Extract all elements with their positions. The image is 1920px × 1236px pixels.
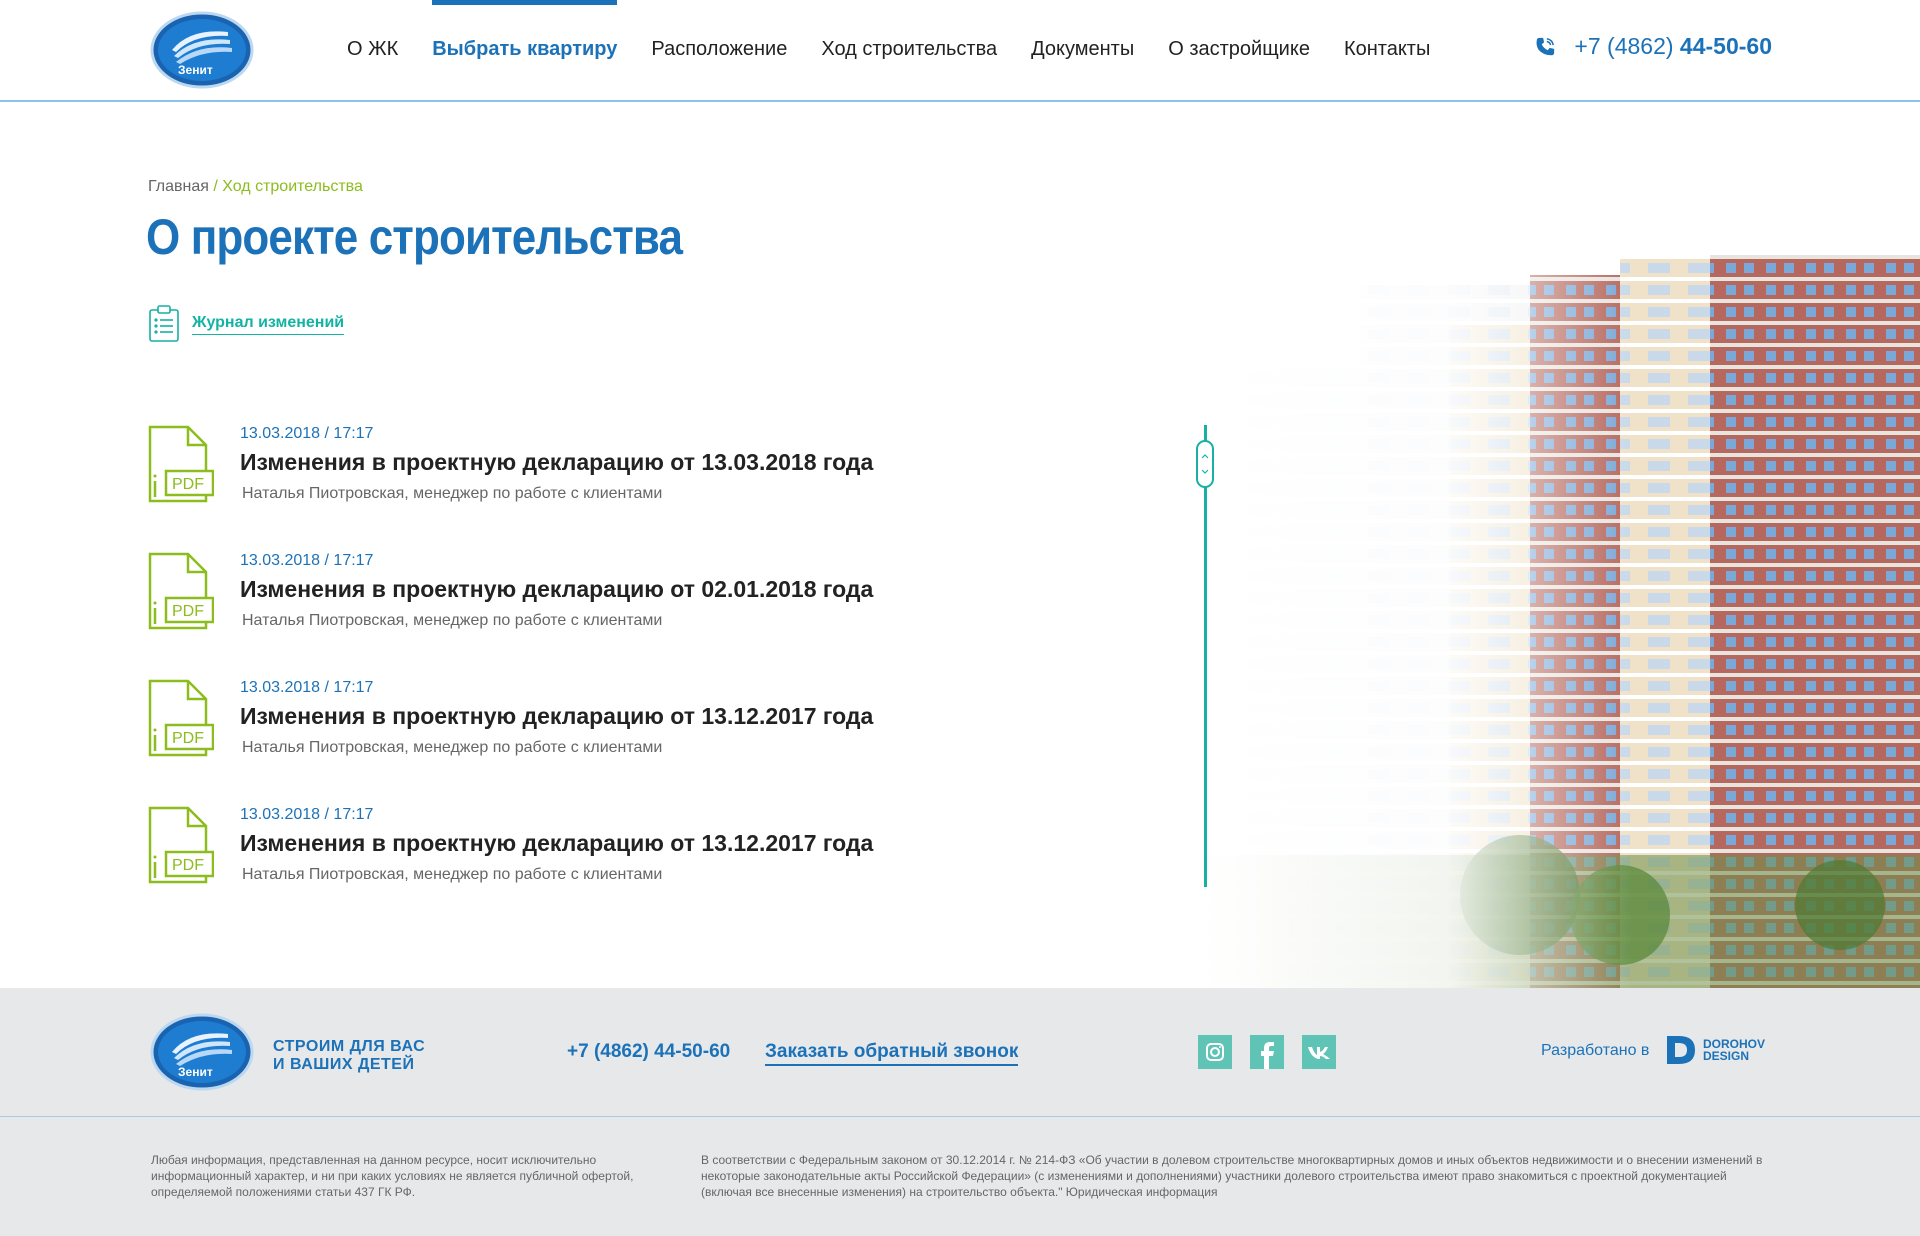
building-illustration <box>1200 255 1920 990</box>
pdf-file-icon: PDF <box>148 806 214 884</box>
nav-item-developer[interactable]: О застройщике <box>1151 0 1327 100</box>
legal-law-notice: В соответствии с Федеральным законом от … <box>701 1153 1763 1199</box>
pdf-file-icon: PDF <box>148 679 214 757</box>
svg-text:PDF: PDF <box>172 730 204 747</box>
phone-prefix: +7 (4862) <box>1574 33 1674 59</box>
nav-item-construction-progress[interactable]: Ход строительства <box>804 0 1014 100</box>
breadcrumb-current: Ход строительства <box>222 178 363 195</box>
legal-disclaimer: Любая информация, представленная на данн… <box>151 1153 634 1199</box>
document-date: 13.03.2018 / 17:17 <box>240 806 374 823</box>
footer-phone[interactable]: +7 (4862) 44-50-60 <box>567 1041 730 1063</box>
pdf-file-icon: PDF <box>148 552 214 630</box>
document-date: 13.03.2018 / 17:17 <box>240 552 374 569</box>
footer-top: Зенит СТРОИМ ДЛЯ ВАС И ВАШИХ ДЕТЕЙ +7 (4… <box>0 988 1920 1117</box>
scroll-arrows-icon <box>1201 454 1209 474</box>
svg-text:Зенит: Зенит <box>178 1065 213 1079</box>
document-title[interactable]: Изменения в проектную декларацию от 02.0… <box>240 576 873 603</box>
journal-changes[interactable]: Журнал изменений <box>148 305 345 343</box>
facebook-icon <box>1261 1042 1274 1069</box>
vk-icon <box>1308 1047 1330 1059</box>
header-phone[interactable]: +7 (4862) 44-50-60 <box>1534 33 1772 60</box>
nav-item-choose-apartment[interactable]: Выбрать квартиру <box>415 0 634 100</box>
svg-text:Зенит: Зенит <box>178 63 213 77</box>
site-header: Зенит О ЖК Выбрать квартиру Расположение… <box>0 0 1920 102</box>
breadcrumb: Главная / Ход строительства <box>148 178 363 196</box>
nav-item-about[interactable]: О ЖК <box>330 0 415 100</box>
svg-text:PDF: PDF <box>172 476 204 493</box>
document-title[interactable]: Изменения в проектную декларацию от 13.1… <box>240 830 873 857</box>
footer-slogan: СТРОИМ ДЛЯ ВАС И ВАШИХ ДЕТЕЙ <box>273 1038 425 1074</box>
document-item[interactable]: PDF 13.03.2018 / 17:17 Изменения в проек… <box>148 806 948 896</box>
document-author: Наталья Пиотровская, менеджер по работе … <box>242 485 663 502</box>
phone-number: 44-50-60 <box>1679 33 1772 59</box>
facebook-button[interactable] <box>1250 1035 1284 1069</box>
zenit-logo[interactable]: Зенит <box>150 10 254 90</box>
document-title[interactable]: Изменения в проектную декларацию от 13.0… <box>240 449 873 476</box>
developer-logo[interactable]: DOROHOV DESIGN <box>1665 1034 1765 1066</box>
slogan-line-1: СТРОИМ ДЛЯ ВАС <box>273 1038 426 1055</box>
document-date: 13.03.2018 / 17:17 <box>240 425 374 442</box>
scrollbar-thumb[interactable] <box>1196 440 1214 488</box>
journal-link[interactable]: Журнал изменений <box>192 314 345 335</box>
nav-item-documents[interactable]: Документы <box>1014 0 1151 100</box>
document-date: 13.03.2018 / 17:17 <box>240 679 374 696</box>
svg-text:PDF: PDF <box>172 857 204 874</box>
slogan-line-2: И ВАШИХ ДЕТЕЙ <box>273 1056 415 1073</box>
breadcrumb-home[interactable]: Главная <box>148 178 209 195</box>
document-author: Наталья Пиотровская, менеджер по работе … <box>242 612 663 629</box>
page-title: О проекте строительства <box>146 209 683 265</box>
breadcrumb-separator: / <box>208 178 223 195</box>
nav-item-location[interactable]: Расположение <box>634 0 804 100</box>
footer-zenit-logo[interactable]: Зенит <box>150 1012 254 1092</box>
callback-button[interactable]: Заказать обратный звонок <box>765 1041 1019 1066</box>
document-item[interactable]: PDF 13.03.2018 / 17:17 Изменения в проек… <box>148 425 948 515</box>
clipboard-icon <box>149 305 179 342</box>
pdf-file-icon: PDF <box>148 425 214 503</box>
developer-name: DOROHOV DESIGN <box>1703 1038 1765 1062</box>
footer-bottom: Любая информация, представленная на данн… <box>0 1117 1920 1236</box>
instagram-button[interactable] <box>1198 1035 1232 1069</box>
svg-text:PDF: PDF <box>172 603 204 620</box>
main-nav: О ЖК Выбрать квартиру Расположение Ход с… <box>330 0 1447 100</box>
scrollbar-track[interactable] <box>1204 425 1207 887</box>
document-item[interactable]: PDF 13.03.2018 / 17:17 Изменения в проек… <box>148 552 948 642</box>
nav-item-contacts[interactable]: Контакты <box>1327 0 1447 100</box>
dorohov-d-icon <box>1667 1036 1695 1064</box>
developer-name-line-2: DESIGN <box>1703 1049 1750 1063</box>
instagram-icon <box>1206 1043 1224 1061</box>
document-author: Наталья Пиотровская, менеджер по работе … <box>242 866 663 883</box>
vk-button[interactable] <box>1302 1035 1336 1069</box>
document-item[interactable]: PDF 13.03.2018 / 17:17 Изменения в проек… <box>148 679 948 769</box>
document-title[interactable]: Изменения в проектную декларацию от 13.1… <box>240 703 873 730</box>
phone-icon <box>1536 37 1555 55</box>
developed-by-label: Разработано в <box>1541 1042 1650 1059</box>
document-author: Наталья Пиотровская, менеджер по работе … <box>242 739 663 756</box>
